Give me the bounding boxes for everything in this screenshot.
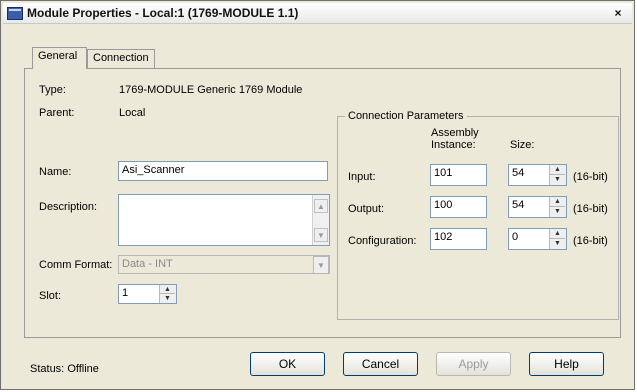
tab-connection[interactable]: Connection	[87, 49, 155, 68]
close-icon[interactable]: ×	[611, 6, 625, 20]
spin-down-icon[interactable]: ▼	[160, 294, 175, 303]
description-textarea[interactable]: ▲ ▼	[118, 194, 330, 246]
cancel-button[interactable]: Cancel	[343, 352, 418, 376]
spin-down-icon[interactable]: ▼	[550, 239, 565, 249]
input-unit: (16-bit)	[573, 171, 608, 183]
spin-up-icon[interactable]: ▲	[160, 285, 175, 294]
status-line: Status: Offline	[30, 363, 99, 375]
name-label: Name:	[39, 166, 72, 178]
window-title: Module Properties - Local:1 (1769-MODULE…	[27, 6, 299, 20]
parent-value: Local	[119, 107, 146, 119]
slot-stepper[interactable]: 1 ▲ ▼	[118, 284, 177, 304]
output-assembly-field[interactable]: 100	[430, 196, 487, 218]
assembly-header-1: Assembly	[431, 127, 479, 139]
connection-parameters-title: Connection Parameters	[345, 110, 467, 122]
ok-button[interactable]: OK	[250, 352, 325, 376]
output-size-spin[interactable]: ▲ ▼	[549, 197, 566, 217]
configuration-unit: (16-bit)	[573, 235, 608, 247]
configuration-size-value: 0	[512, 231, 519, 243]
spin-up-icon[interactable]: ▲	[550, 165, 565, 175]
configuration-size-stepper[interactable]: 0 ▲ ▼	[508, 228, 567, 250]
slot-value: 1	[122, 287, 129, 299]
status-label: Status:	[30, 363, 65, 375]
connection-parameters-group	[337, 116, 619, 320]
title-bar[interactable]: Module Properties - Local:1 (1769-MODULE…	[3, 3, 632, 24]
slot-spin-buttons[interactable]: ▲ ▼	[159, 285, 176, 303]
configuration-label: Configuration:	[348, 235, 417, 247]
configuration-size-spin[interactable]: ▲ ▼	[549, 229, 566, 249]
chevron-down-icon[interactable]: ▼	[313, 256, 329, 274]
spin-up-icon[interactable]: ▲	[550, 197, 565, 207]
scroll-up-icon[interactable]: ▲	[314, 199, 328, 213]
input-size-value: 54	[512, 167, 525, 179]
comm-format-label: Comm Format:	[39, 259, 113, 271]
output-size-value: 54	[512, 199, 525, 211]
description-scrollbar[interactable]: ▲ ▼	[312, 195, 329, 245]
spin-down-icon[interactable]: ▼	[550, 207, 565, 217]
size-header: Size:	[510, 139, 535, 151]
apply-button[interactable]: Apply	[436, 352, 511, 376]
spin-down-icon[interactable]: ▼	[550, 175, 565, 185]
output-size-stepper[interactable]: 54 ▲ ▼	[508, 196, 567, 218]
help-button[interactable]: Help	[529, 352, 604, 376]
status-value: Offline	[67, 363, 99, 375]
slot-label: Slot:	[39, 290, 62, 302]
input-label: Input:	[348, 171, 376, 183]
comm-format-value: Data - INT	[122, 258, 173, 270]
tab-general[interactable]: General	[32, 47, 87, 69]
module-window-icon	[7, 7, 23, 20]
output-label: Output:	[348, 203, 385, 215]
parent-label: Parent:	[39, 107, 75, 119]
configuration-assembly-field[interactable]: 102	[430, 228, 487, 250]
input-size-stepper[interactable]: 54 ▲ ▼	[508, 164, 567, 186]
type-value: 1769-MODULE Generic 1769 Module	[119, 84, 303, 96]
description-label: Description:	[39, 201, 98, 213]
scroll-down-icon[interactable]: ▼	[314, 228, 328, 242]
input-size-spin[interactable]: ▲ ▼	[549, 165, 566, 185]
comm-format-select[interactable]: Data - INT ▼	[118, 255, 330, 274]
type-label: Type:	[39, 84, 66, 96]
input-assembly-field[interactable]: 101	[430, 164, 487, 186]
name-input[interactable]: Asi_Scanner	[118, 161, 328, 181]
output-unit: (16-bit)	[573, 203, 608, 215]
spin-up-icon[interactable]: ▲	[550, 229, 565, 239]
assembly-header-2: Instance:	[431, 139, 476, 151]
